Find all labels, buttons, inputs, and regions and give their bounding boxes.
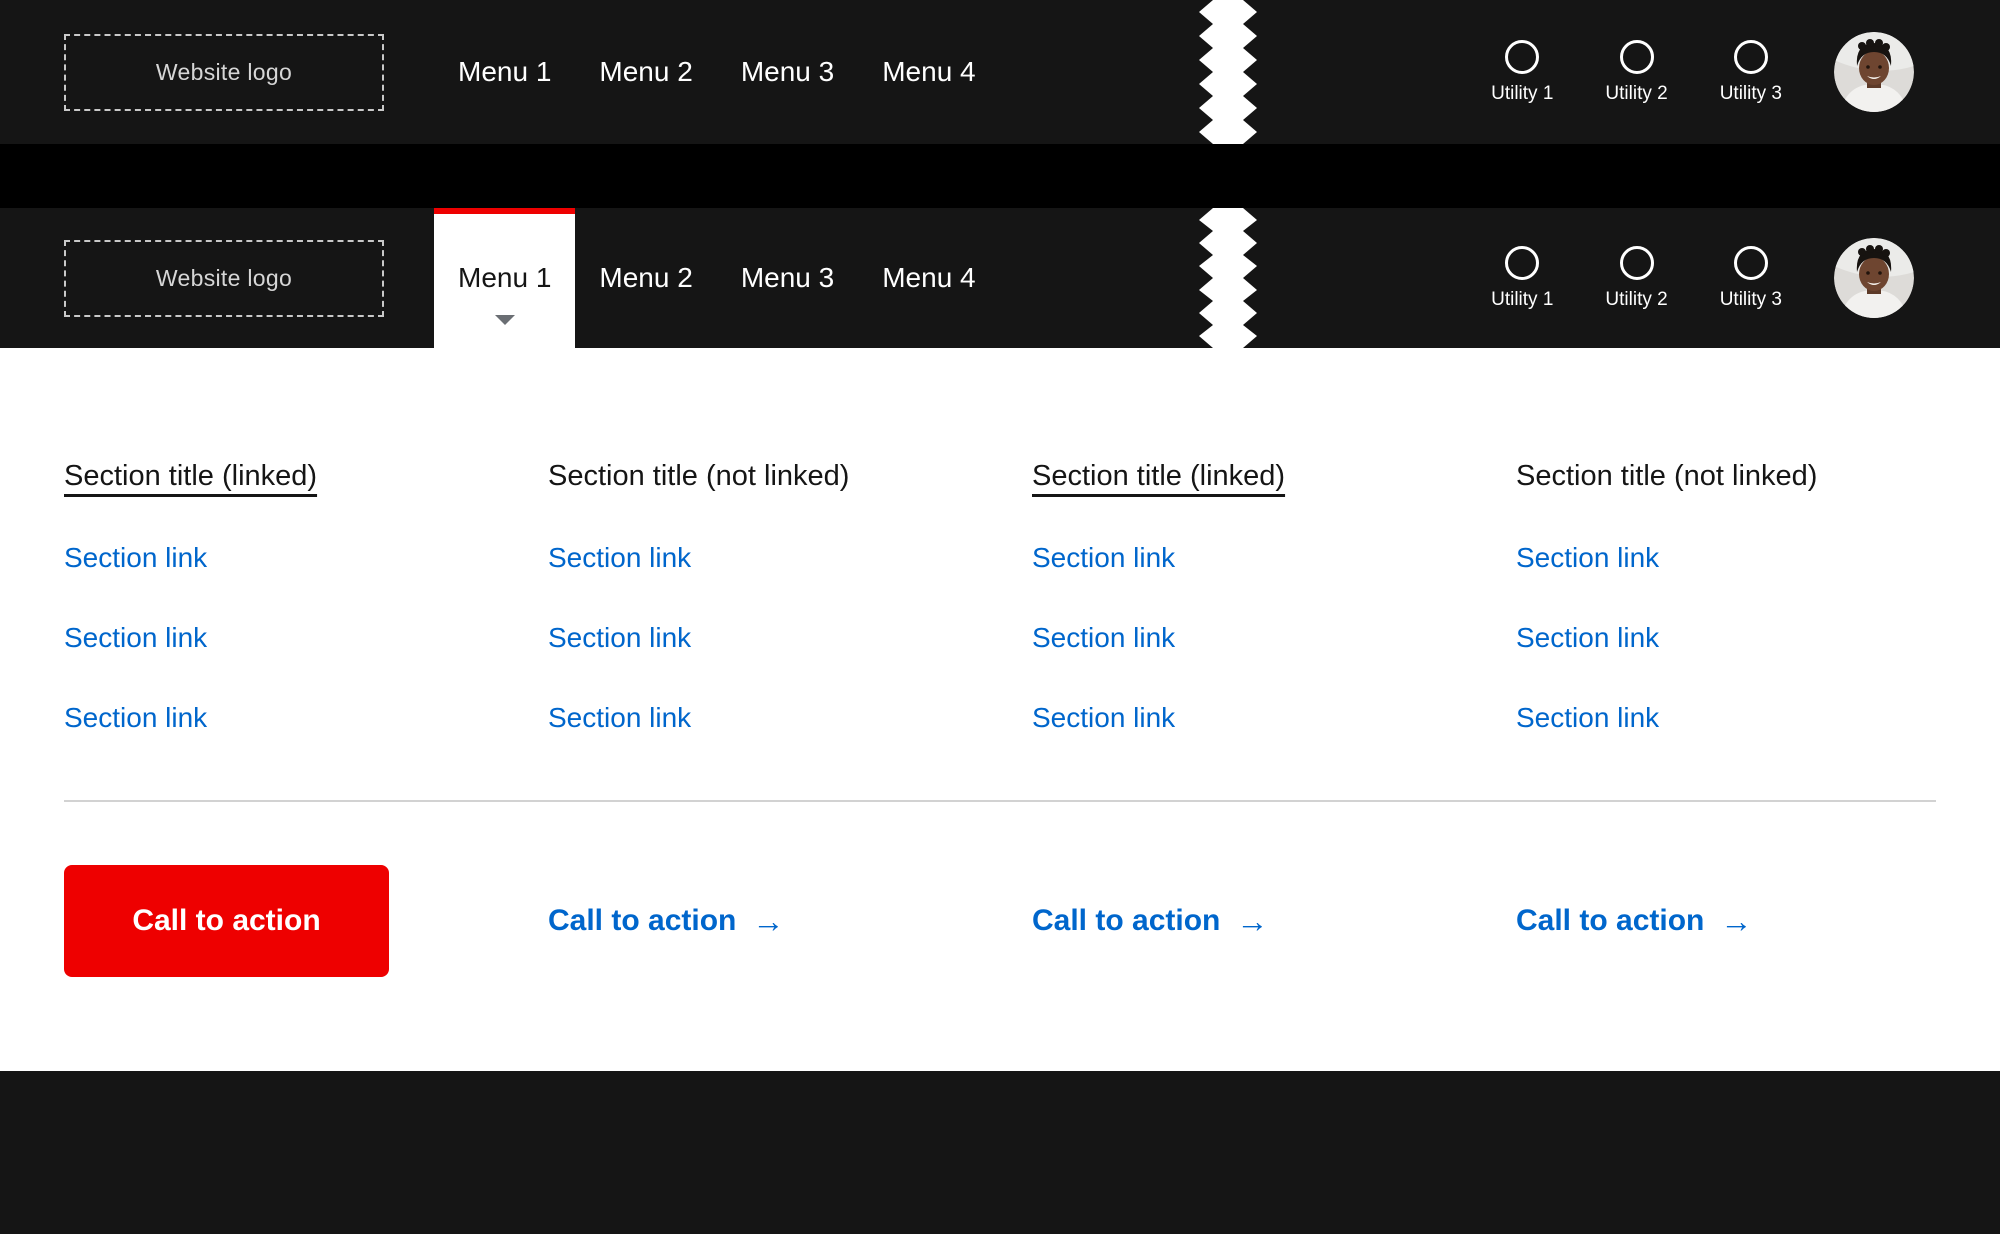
megamenu-column-1: Section title (linked) Section link Sect… <box>64 458 548 780</box>
torn-edge-divider <box>1199 0 1257 144</box>
utility-2-button[interactable]: Utility 2 <box>1605 246 1667 311</box>
chevron-down-icon <box>495 315 515 325</box>
website-logo[interactable]: Website logo <box>64 240 384 317</box>
megamenu-divider <box>64 800 1936 802</box>
section-link[interactable]: Section link <box>64 540 207 576</box>
main-menu: Menu 1 Menu 2 Menu 3 Menu 4 <box>434 208 1000 348</box>
section-link[interactable]: Section link <box>1516 540 1659 576</box>
arrow-right-icon: → <box>752 905 784 937</box>
circle-icon <box>1734 40 1768 74</box>
section-link[interactable]: Section link <box>1516 700 1659 736</box>
website-logo[interactable]: Website logo <box>64 34 384 111</box>
utility-1-label: Utility 1 <box>1491 83 1553 105</box>
cta-cell-1: Call to action <box>64 865 548 977</box>
circle-icon <box>1505 246 1539 280</box>
circle-icon <box>1734 246 1768 280</box>
utility-1-button[interactable]: Utility 1 <box>1491 40 1553 105</box>
section-title-static: Section title (not linked) <box>1516 458 1817 494</box>
navbar-collapsed: Website logo Menu 1 Menu 2 Menu 3 Menu 4… <box>0 0 2000 144</box>
utility-3-label: Utility 3 <box>1720 83 1782 105</box>
menu-item-3[interactable]: Menu 3 <box>717 0 858 144</box>
menu-item-1[interactable]: Menu 1 <box>434 0 575 144</box>
utility-3-button[interactable]: Utility 3 <box>1720 246 1782 311</box>
navbar-expanded: Website logo Menu 1 Menu 2 Menu 3 Menu 4… <box>0 208 2000 348</box>
user-avatar[interactable] <box>1834 32 1914 112</box>
utility-3-button[interactable]: Utility 3 <box>1720 40 1782 105</box>
utility-1-button[interactable]: Utility 1 <box>1491 246 1553 311</box>
megamenu-panel: Section title (linked) Section link Sect… <box>0 348 2000 1071</box>
call-to-action-link[interactable]: Call to action → <box>1032 904 1268 938</box>
main-menu: Menu 1 Menu 2 Menu 3 Menu 4 <box>434 0 1000 144</box>
user-avatar[interactable] <box>1834 238 1914 318</box>
circle-icon <box>1620 40 1654 74</box>
section-link[interactable]: Section link <box>548 700 691 736</box>
section-link[interactable]: Section link <box>1032 620 1175 656</box>
section-link[interactable]: Section link <box>64 620 207 656</box>
section-link[interactable]: Section link <box>1032 540 1175 576</box>
website-logo-label: Website logo <box>156 265 292 292</box>
utility-2-button[interactable]: Utility 2 <box>1605 40 1667 105</box>
cta-cell-4: Call to action → <box>1516 904 2000 938</box>
megamenu-columns: Section title (linked) Section link Sect… <box>64 458 2000 780</box>
call-to-action-link[interactable]: Call to action → <box>548 904 784 938</box>
section-link[interactable]: Section link <box>1516 620 1659 656</box>
utility-bar: Utility 1 Utility 2 Utility 3 <box>1491 208 1914 348</box>
circle-icon <box>1505 40 1539 74</box>
utility-bar: Utility 1 Utility 2 Utility 3 <box>1491 0 1914 144</box>
section-link[interactable]: Section link <box>64 700 207 736</box>
megamenu-column-2: Section title (not linked) Section link … <box>548 458 1032 780</box>
call-to-action-button[interactable]: Call to action <box>64 865 389 977</box>
torn-edge-divider <box>1199 208 1257 348</box>
section-title-static: Section title (not linked) <box>548 458 849 494</box>
section-link[interactable]: Section link <box>548 540 691 576</box>
menu-item-3[interactable]: Menu 3 <box>717 208 858 348</box>
avatar-image <box>1834 32 1914 112</box>
avatar-image <box>1834 238 1914 318</box>
cta-cell-3: Call to action → <box>1032 904 1516 938</box>
arrow-right-icon: → <box>1720 905 1752 937</box>
menu-item-1-active[interactable]: Menu 1 <box>434 208 575 348</box>
megamenu-column-3: Section title (linked) Section link Sect… <box>1032 458 1516 780</box>
cta-cell-2: Call to action → <box>548 904 1032 938</box>
section-link[interactable]: Section link <box>1032 700 1175 736</box>
page-footer-band <box>0 1071 2000 1234</box>
utility-1-label: Utility 1 <box>1491 289 1553 311</box>
circle-icon <box>1620 246 1654 280</box>
utility-2-label: Utility 2 <box>1605 289 1667 311</box>
menu-item-2[interactable]: Menu 2 <box>575 0 716 144</box>
utility-3-label: Utility 3 <box>1720 289 1782 311</box>
utility-2-label: Utility 2 <box>1605 83 1667 105</box>
megamenu-cta-row: Call to action Call to action → Call to … <box>64 865 2000 977</box>
website-logo-label: Website logo <box>156 59 292 86</box>
call-to-action-link[interactable]: Call to action → <box>1516 904 1752 938</box>
menu-item-4[interactable]: Menu 4 <box>858 208 999 348</box>
section-link[interactable]: Section link <box>548 620 691 656</box>
menu-item-2[interactable]: Menu 2 <box>575 208 716 348</box>
section-title-linked[interactable]: Section title (linked) <box>1032 458 1285 494</box>
section-title-linked[interactable]: Section title (linked) <box>64 458 317 494</box>
menu-item-4[interactable]: Menu 4 <box>858 0 999 144</box>
megamenu-column-4: Section title (not linked) Section link … <box>1516 458 2000 780</box>
arrow-right-icon: → <box>1236 905 1268 937</box>
